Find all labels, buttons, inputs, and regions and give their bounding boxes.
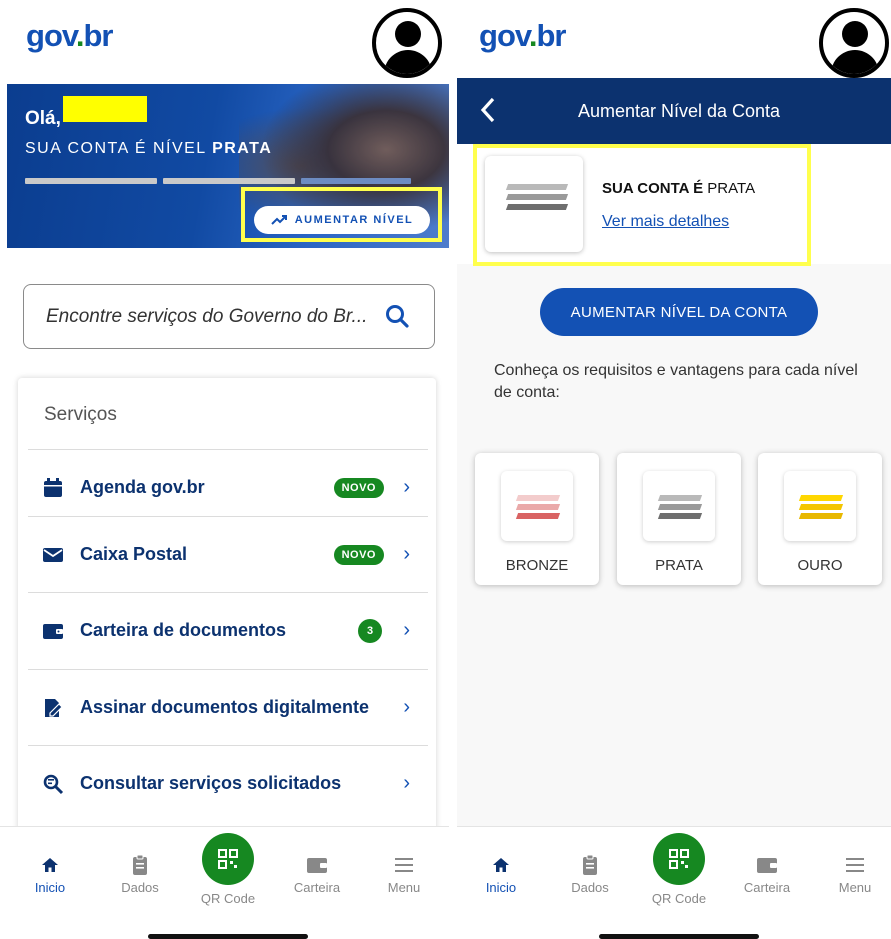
new-badge: NOVO	[333, 544, 384, 565]
bottom-navigation: Inicio Dados QR Code Carteira Menu	[457, 826, 891, 939]
home-indicator	[599, 934, 759, 939]
level-name: PRATA	[212, 140, 273, 157]
nav-inicio[interactable]: Inicio	[20, 854, 80, 895]
highlight-frame	[473, 144, 811, 266]
gold-level-icon	[784, 471, 856, 541]
wallet-icon	[307, 858, 327, 873]
count-badge: 3	[358, 618, 382, 643]
service-label: Consultar serviços solicitados	[80, 773, 342, 793]
raise-account-level-button[interactable]: AUMENTAR NÍVEL DA CONTA	[540, 288, 818, 336]
greeting: Olá,	[25, 108, 61, 129]
service-label: Assinar documentos digitalmente	[80, 697, 370, 717]
nav-dados[interactable]: Dados	[110, 854, 170, 895]
nav-label: Carteira	[293, 880, 341, 895]
service-label: Carteira de documentos	[80, 620, 287, 640]
account-level-text: SUA CONTA É NÍVEL PRATA	[25, 140, 272, 158]
calendar-icon	[44, 477, 62, 497]
nav-label: Menu	[838, 880, 872, 895]
bronze-level-icon	[501, 471, 573, 541]
bottom-navigation: Inicio Dados QR Code Carteira Menu	[0, 826, 449, 939]
raise-level-screen: gov.br Aumentar Nível da Conta SUA CONTA…	[457, 0, 891, 939]
nav-carteira[interactable]: Carteira	[287, 854, 347, 895]
nav-label: Inicio	[34, 880, 66, 895]
service-row-caixa-postal[interactable]: Caixa Postal NOVO ›	[28, 516, 428, 592]
level-card-prata[interactable]: PRATA	[617, 453, 741, 585]
nav-dados[interactable]: Dados	[560, 854, 620, 895]
qr-code-label: QR Code	[651, 891, 707, 906]
service-row-carteira[interactable]: Carteira de documentos 3 ›	[28, 592, 428, 668]
app-header: gov.br	[457, 0, 891, 78]
chevron-right-icon: ›	[403, 476, 410, 498]
services-card: Serviços Agenda gov.br NOVO › Caixa Post…	[18, 378, 436, 838]
govbr-logo[interactable]: gov.br	[26, 18, 113, 54]
nav-inicio[interactable]: Inicio	[471, 854, 531, 895]
qr-code-button[interactable]	[653, 833, 705, 885]
nav-carteira[interactable]: Carteira	[737, 854, 797, 895]
profile-avatar-icon[interactable]	[819, 8, 889, 78]
service-label: Caixa Postal	[80, 544, 188, 564]
level-name: BRONZE	[505, 557, 569, 574]
search-placeholder: Encontre serviços do Governo do Br...	[46, 305, 368, 327]
nav-menu[interactable]: Menu	[825, 854, 885, 895]
level-name: OURO	[797, 557, 843, 574]
chevron-right-icon: ›	[403, 772, 410, 794]
nav-label: Dados	[121, 880, 159, 895]
govbr-logo[interactable]: gov.br	[479, 18, 566, 54]
service-row-agenda[interactable]: Agenda gov.br NOVO ›	[28, 449, 428, 525]
level-card-bronze[interactable]: BRONZE	[475, 453, 599, 585]
wallet-icon	[757, 858, 777, 873]
services-search-input[interactable]: Encontre serviços do Governo do Br...	[23, 284, 435, 349]
nav-label: Carteira	[743, 880, 791, 895]
menu-icon	[395, 858, 413, 872]
wallet-icon	[43, 623, 63, 639]
app-header: gov.br	[0, 0, 449, 78]
clipboard-icon	[583, 854, 597, 875]
search-document-icon	[43, 774, 64, 794]
nav-label: Dados	[571, 880, 609, 895]
home-screen: gov.br Olá, SUA CONTA É NÍVEL PRATA AUME…	[0, 0, 449, 939]
home-indicator	[148, 934, 308, 939]
requirements-text: Conheça os requisitos e vantagens para c…	[494, 362, 858, 401]
chevron-right-icon: ›	[403, 619, 410, 641]
new-badge: NOVO	[333, 477, 384, 498]
home-icon	[493, 858, 509, 872]
qr-code-label: QR Code	[200, 891, 256, 906]
level-card-ouro[interactable]: OURO	[758, 453, 882, 585]
screen-title: Aumentar Nível da Conta	[577, 101, 781, 121]
silver-level-icon	[643, 471, 715, 541]
level-name: PRATA	[655, 557, 703, 574]
envelope-icon	[43, 547, 63, 562]
panel-divider	[449, 0, 457, 939]
profile-avatar-icon[interactable]	[372, 8, 442, 78]
qr-code-button[interactable]	[202, 833, 254, 885]
qr-code-icon	[218, 849, 238, 869]
service-label: Agenda gov.br	[80, 477, 205, 497]
nav-menu[interactable]: Menu	[374, 854, 434, 895]
nav-label: Menu	[387, 880, 421, 895]
clipboard-icon	[133, 854, 147, 875]
username-redaction	[63, 96, 147, 122]
level-prefix: SUA CONTA É NÍVEL	[25, 140, 207, 157]
home-icon	[42, 858, 58, 872]
service-row-assinar[interactable]: Assinar documentos digitalmente ›	[28, 669, 428, 745]
chevron-right-icon: ›	[403, 696, 410, 718]
service-row-consultar[interactable]: Consultar serviços solicitados ›	[28, 745, 428, 821]
qr-code-icon	[669, 849, 689, 869]
signature-icon	[45, 698, 63, 717]
highlight-frame	[241, 187, 442, 242]
search-icon[interactable]	[384, 303, 410, 329]
chevron-right-icon: ›	[403, 543, 410, 565]
menu-icon	[846, 858, 864, 872]
services-title: Serviços	[44, 404, 117, 425]
title-bar: Aumentar Nível da Conta	[457, 78, 891, 144]
nav-label: Inicio	[485, 880, 517, 895]
